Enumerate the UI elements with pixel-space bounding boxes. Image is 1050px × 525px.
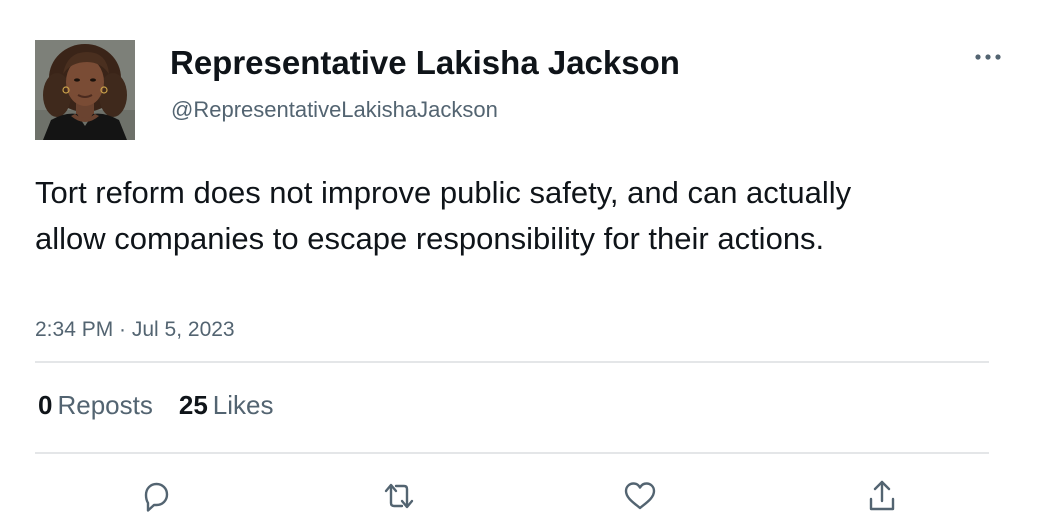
share-button[interactable] xyxy=(860,474,904,518)
divider xyxy=(35,361,989,363)
reposts-stat[interactable]: 0 Reposts xyxy=(38,388,153,422)
tweet-timestamp[interactable]: 2:34 PM · Jul 5, 2023 xyxy=(35,316,235,344)
like-button[interactable] xyxy=(618,474,662,518)
divider xyxy=(35,452,989,454)
reposts-label: Reposts xyxy=(57,390,153,420)
share-icon xyxy=(869,480,895,511)
likes-stat[interactable]: 25 Likes xyxy=(179,388,274,422)
avatar-photo xyxy=(35,40,135,140)
tweet-text: Tort reform does not improve public safe… xyxy=(35,175,852,256)
repost-button[interactable] xyxy=(377,474,421,518)
heart-icon xyxy=(624,482,656,510)
likes-label: Likes xyxy=(212,390,274,420)
repost-icon xyxy=(384,483,414,509)
more-icon xyxy=(975,54,1001,60)
avatar[interactable] xyxy=(35,40,135,140)
display-name[interactable]: Representative Lakisha Jackson xyxy=(170,43,680,83)
reposts-count: 0 xyxy=(38,390,53,420)
user-handle[interactable]: @RepresentativeLakishaJackson xyxy=(171,96,498,124)
reply-button[interactable] xyxy=(134,474,178,518)
more-options-button[interactable] xyxy=(968,44,1008,70)
engagement-stats: 0 Reposts 25 Likes xyxy=(38,388,273,422)
likes-count: 25 xyxy=(178,390,208,420)
reply-icon xyxy=(144,482,169,512)
